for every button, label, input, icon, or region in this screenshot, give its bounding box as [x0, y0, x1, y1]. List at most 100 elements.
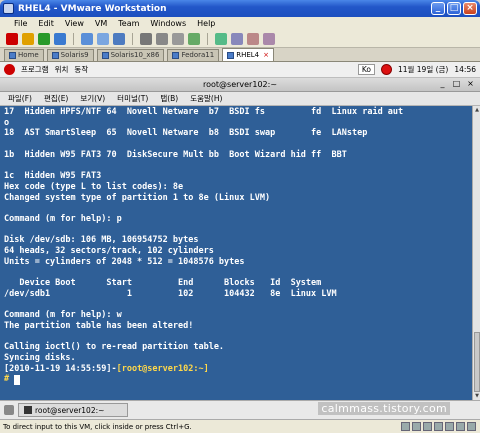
- reset-icon[interactable]: [54, 32, 66, 45]
- quick-switch-icon[interactable]: [156, 32, 168, 45]
- vmware-statusbar: To direct input to this VM, click inside…: [0, 419, 480, 433]
- tab-solaris9[interactable]: Solaris9: [46, 49, 94, 61]
- terminal-line: The partition table has been altered!: [4, 320, 194, 331]
- tab-label: RHEL4: [236, 50, 260, 59]
- power-on-icon[interactable]: [38, 32, 50, 45]
- tab-solaris10[interactable]: Solaris10_x86: [96, 49, 165, 61]
- terminal-line: Syncing disks.: [4, 352, 76, 363]
- terminal-menu-view[interactable]: 보기(V): [80, 93, 105, 104]
- terminal-titlebar: root@server102:~ _ □ ×: [0, 78, 480, 92]
- vm-icon: [227, 51, 235, 59]
- sound-icon[interactable]: [456, 422, 465, 431]
- terminal-line: Hex code (type L to list codes): 8e: [4, 181, 184, 192]
- home-icon: [9, 52, 16, 59]
- vm-icon: [101, 52, 109, 59]
- guest-clock[interactable]: 14:56: [454, 65, 476, 74]
- terminal-title: root@server102:~: [202, 80, 278, 89]
- message-log-icon[interactable]: [467, 422, 476, 431]
- terminal-menu-edit[interactable]: 편집(E): [44, 93, 68, 104]
- usb-icon[interactable]: [445, 422, 454, 431]
- terminal-line: 64 heads, 32 sectors/track, 102 cylinder…: [4, 245, 214, 256]
- snapshot-manager-icon[interactable]: [113, 32, 125, 45]
- record-icon[interactable]: [380, 64, 392, 75]
- menu-view[interactable]: View: [65, 19, 84, 28]
- menu-help[interactable]: Help: [197, 19, 215, 28]
- terminal-menu-help[interactable]: 도움말(H): [190, 93, 222, 104]
- terminal-prompt-line: [2010-11-19 14:55:59]-[root@server102:~]: [4, 364, 468, 375]
- text-cursor: [14, 374, 21, 385]
- prompt-timestamp: [2010-11-19 14:55:59]-: [4, 363, 117, 374]
- tab-label: Fedora11: [181, 51, 215, 59]
- network-icon[interactable]: [434, 422, 443, 431]
- status-hint: To direct input to this VM, click inside…: [3, 422, 192, 431]
- snapshot-icon[interactable]: [81, 32, 93, 45]
- terminal-output[interactable]: 17 Hidden HPFS/NTF 64 Novell Netware b7 …: [0, 106, 472, 400]
- power-off-icon[interactable]: [6, 32, 18, 45]
- minimize-button[interactable]: _: [431, 2, 445, 15]
- menu-team[interactable]: Team: [118, 19, 139, 28]
- terminal-input-line[interactable]: #: [4, 374, 468, 385]
- tab-home[interactable]: Home: [4, 49, 44, 61]
- menu-file[interactable]: File: [14, 19, 27, 28]
- terminal-line: o: [4, 117, 10, 128]
- vm-icon: [172, 52, 180, 59]
- redhat-logo-icon: [4, 64, 15, 75]
- vm-icon: [51, 52, 59, 59]
- terminal-line: Units = cylinders of 2048 * 512 = 104857…: [4, 256, 245, 267]
- terminal-menu-terminal[interactable]: 터미널(T): [117, 93, 148, 104]
- terminal-scrollbar[interactable]: ▲ ▼: [472, 106, 480, 400]
- console-view-icon[interactable]: [188, 32, 200, 45]
- terminal-minimize-button[interactable]: _: [437, 79, 448, 90]
- close-button[interactable]: ×: [463, 2, 477, 15]
- menu-windows[interactable]: Windows: [150, 19, 186, 28]
- scroll-down-icon[interactable]: ▼: [473, 392, 480, 400]
- terminal-close-button[interactable]: ×: [465, 79, 476, 90]
- vmware-app-icon: [3, 3, 14, 14]
- guest-apps-menu[interactable]: 프로그램: [21, 64, 49, 75]
- scroll-up-icon[interactable]: ▲: [473, 106, 480, 114]
- sidebar-toggle-icon[interactable]: [231, 32, 243, 45]
- tab-label: Home: [18, 51, 39, 59]
- terminal-menu-tabs[interactable]: 탭(B): [160, 93, 178, 104]
- toolbar: [0, 30, 480, 48]
- summary-view-icon[interactable]: [172, 32, 184, 45]
- preferences-icon[interactable]: [263, 32, 275, 45]
- menu-vm[interactable]: VM: [95, 19, 107, 28]
- tabs-icon[interactable]: [247, 32, 259, 45]
- scrollbar-thumb[interactable]: [474, 332, 480, 392]
- guest-places-menu[interactable]: 위치: [55, 64, 69, 75]
- cdrom-icon[interactable]: [412, 422, 421, 431]
- suspend-icon[interactable]: [22, 32, 34, 45]
- input-method-indicator[interactable]: Ko: [357, 64, 375, 75]
- menu-edit[interactable]: Edit: [38, 19, 54, 28]
- terminal-icon: [24, 406, 32, 414]
- full-screen-icon[interactable]: [140, 32, 152, 45]
- terminal-maximize-button[interactable]: □: [451, 79, 462, 90]
- terminal-line: 1b Hidden W95 FAT3 70 DiskSecure Mult bb…: [4, 149, 347, 160]
- unity-icon[interactable]: [215, 32, 227, 45]
- terminal-line: Command (m for help): p: [4, 213, 122, 224]
- tab-rhel4[interactable]: RHEL4 ×: [222, 48, 274, 61]
- terminal-line: Changed system type of partition 1 to 8e…: [4, 192, 271, 203]
- terminal-menu-file[interactable]: 파일(F): [8, 93, 32, 104]
- terminal-line: 18 AST SmartSleep 65 Novell Netware b8 B…: [4, 128, 368, 139]
- revert-snapshot-icon[interactable]: [97, 32, 109, 45]
- window-titlebar: RHEL4 - VMware Workstation _ □ ×: [0, 0, 480, 17]
- floppy-icon[interactable]: [423, 422, 432, 431]
- guest-actions-menu[interactable]: 동작: [74, 64, 88, 75]
- terminal-line: Calling ioctl() to re-read partition tab…: [4, 342, 225, 353]
- guest-date: 11월 19일 (금): [397, 65, 449, 74]
- close-tab-icon[interactable]: ×: [263, 50, 269, 61]
- taskbar-window-label: root@server102:~: [35, 405, 105, 415]
- menubar: File Edit View VM Team Windows Help: [0, 17, 480, 30]
- hard-disk-icon[interactable]: [401, 422, 410, 431]
- maximize-button[interactable]: □: [447, 2, 461, 15]
- show-desktop-icon[interactable]: [4, 405, 14, 415]
- prompt-user: [root@server102:~]: [116, 363, 209, 374]
- taskbar-window-button[interactable]: root@server102:~: [18, 403, 128, 417]
- tab-fedora11[interactable]: Fedora11: [167, 49, 220, 61]
- terminal-line: Device Boot Start End Blocks Id System: [4, 278, 322, 288]
